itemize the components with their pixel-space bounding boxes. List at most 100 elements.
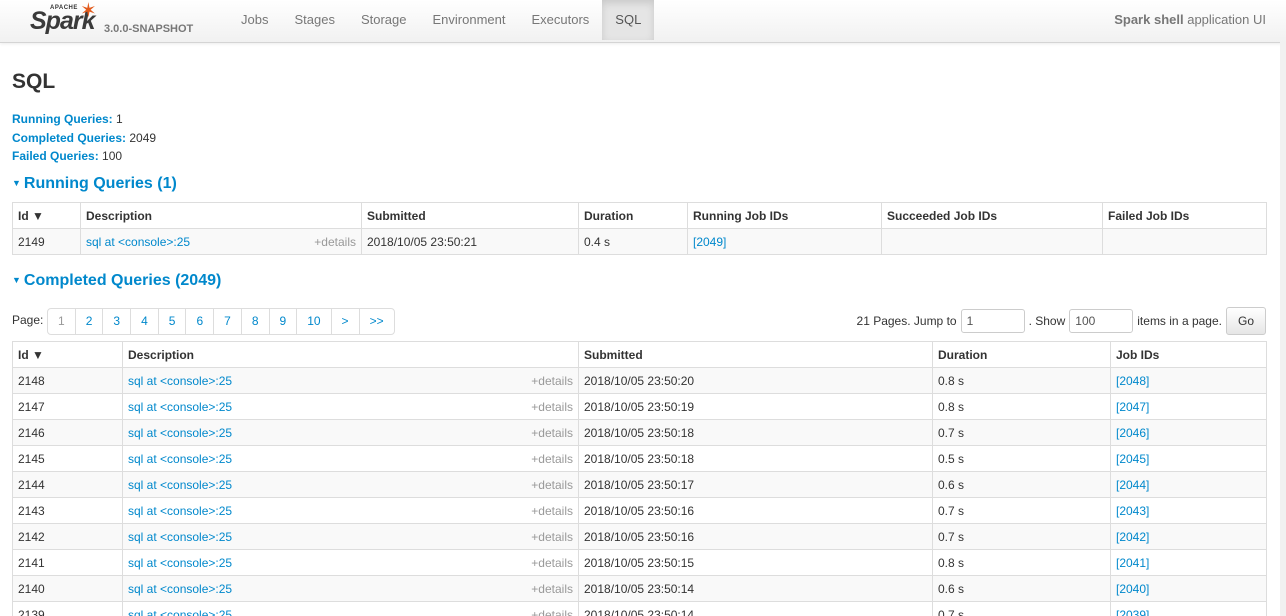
page-4[interactable]: 4 [131,309,159,334]
job-id-link[interactable]: [2039] [1116,608,1149,616]
col-id[interactable]: Id ▼ [12,341,123,368]
tab-sql[interactable]: SQL [602,0,655,40]
job-id-link[interactable]: [2040] [1116,582,1149,596]
tab-jobs[interactable]: Jobs [228,0,281,40]
page-9[interactable]: 9 [270,309,298,334]
col-succeeded-job-ids[interactable]: Succeeded Job IDs [881,202,1103,229]
details-toggle[interactable]: +details [531,530,573,544]
description-link[interactable]: sql at <console>:25 [128,400,232,414]
col-failed-job-ids[interactable]: Failed Job IDs [1102,202,1267,229]
col-id[interactable]: Id ▼ [12,202,81,229]
col-running-job-ids[interactable]: Running Job IDs [687,202,882,229]
col-submitted[interactable]: Submitted [361,202,579,229]
page-10[interactable]: 10 [297,309,332,334]
details-toggle[interactable]: +details [531,452,573,466]
cell-duration: 0.7 s [932,419,1111,446]
details-toggle[interactable]: +details [531,400,573,414]
description-link[interactable]: sql at <console>:25 [128,530,232,544]
job-id-link[interactable]: [2045] [1116,452,1149,466]
job-id-link[interactable]: [2049] [693,235,726,249]
completed-queries-table: Id ▼ Description Submitted Duration Job … [12,341,1267,616]
description-link[interactable]: sql at <console>:25 [128,452,232,466]
cell-description: sql at <console>:25 +details [122,601,579,616]
page-size-input[interactable] [1069,309,1134,333]
job-id-link[interactable]: [2042] [1116,530,1149,544]
page-6[interactable]: 6 [186,309,215,334]
job-id-link[interactable]: [2041] [1116,556,1149,570]
details-toggle[interactable]: +details [531,478,573,492]
description-link[interactable]: sql at <console>:25 [128,608,232,616]
job-id-link[interactable]: [2044] [1116,478,1149,492]
cell-job-ids: [2041] [1110,549,1267,576]
table-row: 2140 sql at <console>:25 +details 2018/10/0… [12,575,1267,602]
page-5[interactable]: 5 [159,309,187,334]
running-queries-link[interactable]: Running Queries: [12,112,113,126]
description-link[interactable]: sql at <console>:25 [128,582,232,596]
col-duration[interactable]: Duration [578,202,688,229]
completed-queries-toggle[interactable]: ▼ Completed Queries (2049) [12,272,221,290]
cell-job-ids: [2043] [1110,497,1267,524]
failed-queries-link[interactable]: Failed Queries: [12,149,99,163]
cell-job-ids: [2047] [1110,393,1267,420]
cell-id: 2146 [12,419,123,446]
details-toggle[interactable]: +details [531,426,573,440]
col-description[interactable]: Description [80,202,362,229]
tab-stages[interactable]: Stages [281,0,347,40]
version-label: 3.0.0-SNAPSHOT [104,23,194,35]
collapse-arrow-icon: ▼ [12,275,21,285]
page-scrollbar[interactable] [1280,42,1286,616]
page-next[interactable]: > [332,309,360,334]
col-description[interactable]: Description [122,341,579,368]
completed-queries-link[interactable]: Completed Queries: [12,131,126,145]
description-link[interactable]: sql at <console>:25 [128,374,232,388]
spark-logo[interactable]: APACHE Spark ✶ 3.0.0-SNAPSHOT [28,0,198,40]
details-toggle[interactable]: +details [531,374,573,388]
page-2[interactable]: 2 [76,309,104,334]
tab-storage[interactable]: Storage [348,0,420,40]
pages-text: 21 Pages. Jump to [856,314,957,328]
table-row: 2143 sql at <console>:25 +details 2018/10/0… [12,497,1267,524]
job-id-link[interactable]: [2048] [1116,374,1149,388]
details-toggle[interactable]: +details [531,608,573,616]
col-duration[interactable]: Duration [932,341,1111,368]
page-8[interactable]: 8 [242,309,270,334]
main-nav: Jobs Stages Storage Environment Executor… [228,0,655,42]
col-job-ids[interactable]: Job IDs [1110,341,1267,368]
description-link[interactable]: sql at <console>:25 [86,235,190,249]
description-link[interactable]: sql at <console>:25 [128,426,232,440]
tab-executors[interactable]: Executors [518,0,602,40]
running-queries-toggle[interactable]: ▼ Running Queries (1) [12,175,177,193]
description-link[interactable]: sql at <console>:25 [128,556,232,570]
cell-description: sql at <console>:25 +details [122,445,579,472]
details-toggle[interactable]: +details [531,582,573,596]
table-row: 2145 sql at <console>:25 +details 2018/10/0… [12,445,1267,472]
job-id-link[interactable]: [2043] [1116,504,1149,518]
details-toggle[interactable]: +details [531,504,573,518]
col-submitted[interactable]: Submitted [578,341,933,368]
page-last[interactable]: >> [360,309,394,334]
cell-submitted: 2018/10/05 23:50:16 [578,523,933,550]
cell-id: 2148 [12,367,123,394]
page-1[interactable]: 1 [48,309,76,334]
table-row: 2147 sql at <console>:25 +details 2018/10/0… [12,393,1267,420]
cell-submitted: 2018/10/05 23:50:18 [578,419,933,446]
table-row: 2141 sql at <console>:25 +details 2018/10/0… [12,549,1267,576]
cell-duration: 0.6 s [932,471,1111,498]
description-link[interactable]: sql at <console>:25 [128,504,232,518]
job-id-link[interactable]: [2047] [1116,400,1149,414]
details-toggle[interactable]: +details [314,235,356,249]
details-toggle[interactable]: +details [531,556,573,570]
cell-id: 2140 [12,575,123,602]
cell-submitted: 2018/10/05 23:50:19 [578,393,933,420]
page-7[interactable]: 7 [214,309,242,334]
tab-environment[interactable]: Environment [420,0,519,40]
cell-id: 2143 [12,497,123,524]
go-button[interactable]: Go [1225,307,1266,335]
page-3[interactable]: 3 [103,309,132,334]
job-id-link[interactable]: [2046] [1116,426,1149,440]
cell-submitted: 2018/10/05 23:50:15 [578,549,933,576]
jump-page-input[interactable] [960,309,1025,333]
description-link[interactable]: sql at <console>:25 [128,478,232,492]
cell-submitted: 2018/10/05 23:50:17 [578,471,933,498]
table-row: 2144 sql at <console>:25 +details 2018/10/0… [12,471,1267,498]
